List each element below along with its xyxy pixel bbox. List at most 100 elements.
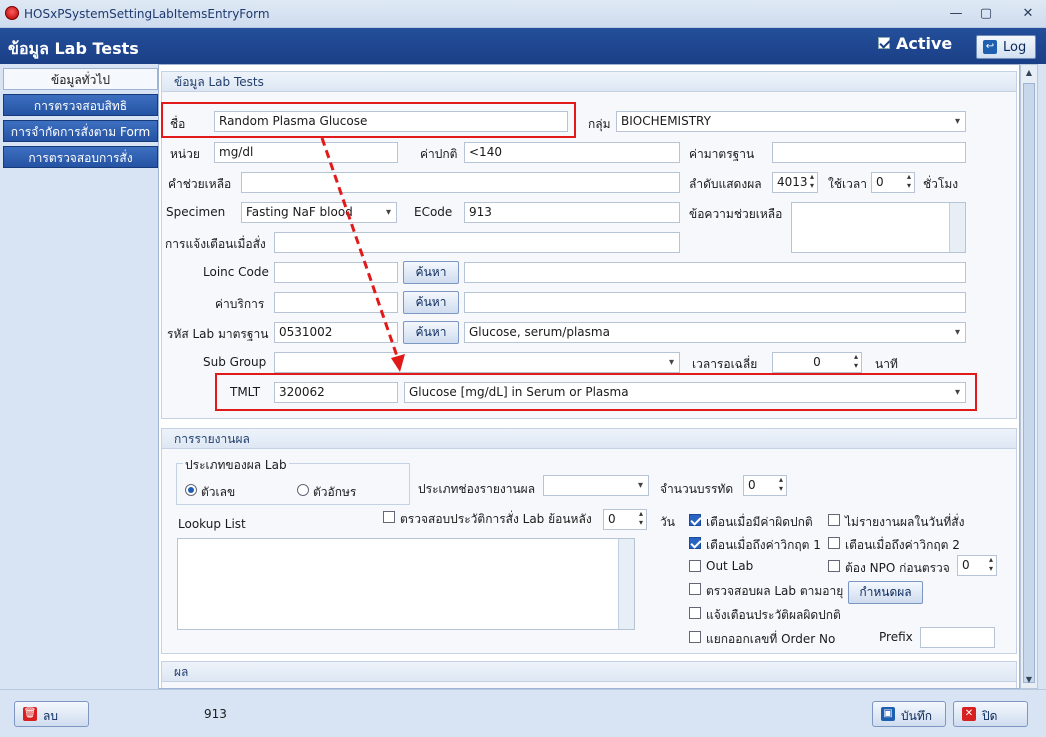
check-history-label: ตรวจสอบประวัติการสั่ง Lab ย้อนหลัง [400,512,592,526]
result-type-box: ประเภทของผล Lab ตัวเลข ตัวอักษร [176,456,410,505]
close-x-icon: ✕ [962,707,976,721]
ecode-label: ECode [414,205,453,219]
name-highlight-box [161,102,576,138]
standard-label: ค่ามาตรฐาน [689,147,755,161]
std-lab-code-field[interactable]: 0531002 [274,322,398,343]
loinc-desc-field[interactable] [464,262,966,283]
prefix-field[interactable] [920,627,995,648]
tab-rights-check[interactable]: การตรวจสอบสิทธิ [3,94,158,116]
service-fee-field[interactable] [274,292,398,313]
avg-wait-stepper[interactable]: 0 [772,352,862,373]
warn-critical2-checkbox[interactable] [828,537,840,549]
npo-checkbox[interactable] [828,560,840,572]
numeric-radio[interactable] [185,484,197,496]
check-by-age-label: ตรวจสอบผล Lab ตามอายุ [706,584,844,598]
log-icon: ↩ [983,40,997,54]
report-group: การรายงานผล ประเภทของผล Lab ตัวเลข ตัวอั… [161,428,1017,654]
normal-value-field[interactable]: <140 [464,142,680,163]
warn-critical2-label: เตือนเมื่อถึงค่าวิกฤต 2 [845,538,960,552]
service-fee-search-button[interactable]: ค้นหา [403,291,459,314]
alert-history-label: แจ้งเตือนประวัติผลผิดปกติ [706,608,841,622]
tab-form-restriction[interactable]: การจำกัดการสั่งตาม Form [3,120,158,142]
report-group-title: การรายงานผล [162,429,1016,449]
scroll-up-icon[interactable]: ▲ [1021,65,1037,81]
warn-abnormal-checkbox[interactable] [689,514,701,526]
alert-history-checkbox[interactable] [689,607,701,619]
warn-critical1-checkbox[interactable] [689,537,701,549]
check-history-stepper[interactable]: 0 [603,509,647,530]
result-type-title: ประเภทของผล Lab [183,456,289,475]
minimize-icon[interactable]: — [946,5,966,23]
footer-bar: 🗑 ลบ 913 ▣ บันทึก ✕ ปิด [0,689,1046,737]
result-group-title: ผล [162,662,1016,682]
ecode-field[interactable]: 913 [464,202,680,223]
unit-field[interactable]: mg/dl [214,142,398,163]
window-titlebar: HOSxPSystemSettingLabItemsEntryForm — ▢ … [0,0,1046,28]
loinc-search-button[interactable]: ค้นหา [403,261,459,284]
result-group: ผล [161,661,1017,688]
service-fee-label: ค่าบริการ [215,297,265,311]
npo-label: ต้อง NPO ก่อนตรวจ [845,561,950,575]
text-label: ตัวอักษร [313,485,357,499]
lookup-list-scrollbar[interactable] [618,539,634,629]
time-used-stepper[interactable]: 0 [871,172,915,193]
order-alert-field[interactable] [274,232,680,253]
save-button[interactable]: ▣ บันทึก [872,701,946,727]
std-lab-code-search-button[interactable]: ค้นหา [403,321,459,344]
no-report-today-label: ไม่รายงานผลในวันที่สั่ง [845,515,965,529]
time-used-label: ใช้เวลา [828,177,867,191]
close-icon[interactable]: ✕ [1018,5,1038,23]
close-button[interactable]: ✕ ปิด [953,701,1028,727]
save-icon: ▣ [881,707,895,721]
help-message-textarea[interactable] [791,202,966,253]
window-title: HOSxPSystemSettingLabItemsEntryForm [24,7,270,21]
footer-code: 913 [204,707,227,721]
tab-order-check[interactable]: การตรวจสอบการสั่ง [3,146,158,168]
specimen-select[interactable]: Fasting NaF blood [241,202,397,223]
check-history-checkbox[interactable] [383,511,395,523]
subgroup-label: Sub Group [203,355,267,369]
save-label: บันทึก [901,709,932,723]
out-lab-checkbox[interactable] [689,560,701,572]
separate-order-checkbox[interactable] [689,631,701,643]
loinc-code-field[interactable] [274,262,398,283]
days-label: วัน [660,515,675,529]
delete-button[interactable]: 🗑 ลบ [14,701,89,727]
field-type-label: ประเภทช่องรายงานผล [418,482,536,496]
line-count-label: จำนวนบรรทัด [660,482,734,496]
numeric-label: ตัวเลข [201,485,236,499]
subgroup-select[interactable] [274,352,680,373]
std-lab-code-label: รหัส Lab มาตรฐาน [167,327,269,341]
service-fee-desc-field[interactable] [464,292,966,313]
help-value-field[interactable] [241,172,680,193]
scroll-thumb[interactable] [1023,83,1035,683]
tmlt-highlight-box [215,373,977,411]
std-lab-code-select[interactable]: Glucose, serum/plasma [464,322,966,343]
text-radio[interactable] [297,484,309,496]
app-icon [5,6,19,20]
line-count-stepper[interactable]: 0 [743,475,787,496]
tab-general[interactable]: ข้อมูลทั่วไป [3,68,158,90]
main-scrollbar[interactable]: ▲ ▼ [1020,64,1038,689]
field-type-select[interactable] [543,475,649,496]
minutes-label: นาที [875,357,898,371]
lookup-list-textarea[interactable] [177,538,635,630]
group-select[interactable]: BIOCHEMISTRY [616,111,966,132]
check-by-age-checkbox[interactable] [689,583,701,595]
help-message-scrollbar[interactable] [949,203,965,252]
no-report-today-checkbox[interactable] [828,514,840,526]
prefix-label: Prefix [879,630,913,644]
active-checkbox[interactable] [878,37,890,49]
delete-label: ลบ [43,709,58,723]
standard-field[interactable] [772,142,966,163]
npo-stepper[interactable]: 0 [957,555,997,576]
log-button[interactable]: ↩ Log [976,35,1036,59]
maximize-icon[interactable]: ▢ [976,5,996,23]
active-label: Active [896,34,953,53]
warn-abnormal-label: เตือนเมื่อมีค่าผิดปกติ [706,515,813,529]
set-result-button[interactable]: กำหนดผล [848,581,923,604]
page-title: ข้อมูล Lab Tests [8,39,139,58]
scroll-down-icon[interactable]: ▼ [1021,672,1037,688]
log-label: Log [1003,40,1027,55]
display-order-stepper[interactable]: 4013 [772,172,818,193]
